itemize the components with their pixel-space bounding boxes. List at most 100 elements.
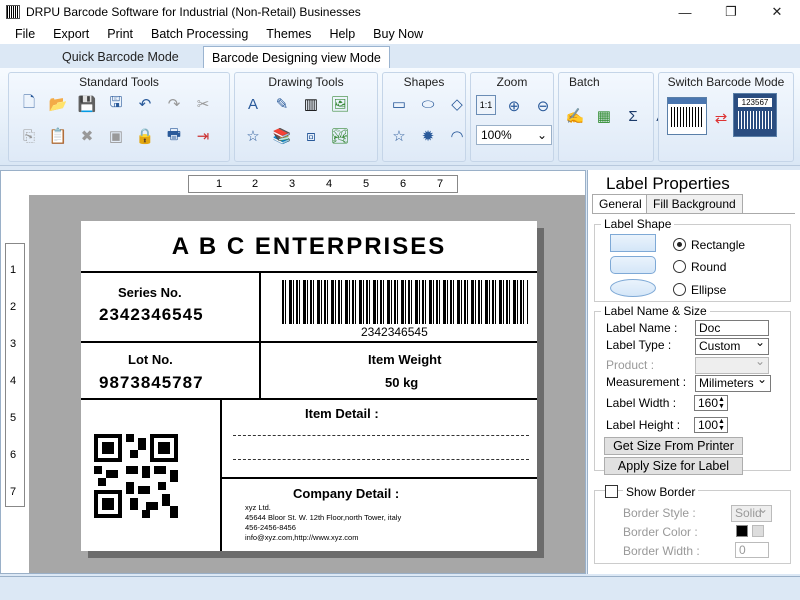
label-type-caption: Label Type : — [606, 338, 672, 352]
item-detail-caption[interactable]: Item Detail : — [305, 406, 379, 421]
print-icon[interactable]: 🖶 — [162, 125, 186, 147]
tab-general[interactable]: General — [592, 194, 649, 214]
measurement-caption: Measurement : — [606, 375, 687, 389]
star-shape-icon[interactable]: ☆ — [241, 125, 265, 147]
ellipse-radio[interactable] — [673, 283, 686, 296]
menu-help[interactable]: Help — [320, 27, 364, 41]
arc-shape-icon[interactable]: ◠ — [445, 125, 469, 147]
company-detail-caption[interactable]: Company Detail : — [293, 486, 399, 501]
ruler-tick: 2 — [252, 178, 259, 190]
apply-size-button[interactable]: Apply Size for Label — [604, 457, 743, 475]
measurement-select[interactable]: Milimeters — [695, 372, 771, 392]
diamond-shape-icon[interactable]: ◇ — [445, 93, 469, 115]
picture-insert-icon[interactable]: 🏞 — [328, 125, 352, 147]
save-icon[interactable]: 💾 — [75, 93, 99, 115]
menu-file[interactable]: File — [6, 27, 44, 41]
zoom-out-icon[interactable]: ⊖ — [531, 95, 555, 117]
image-tool-icon[interactable]: 🖼 — [328, 93, 352, 115]
tab-fill-background[interactable]: Fill Background — [646, 194, 743, 214]
company-address[interactable]: xyz Ltd. 45644 Bloor St. W. 12th Floor,n… — [245, 503, 401, 543]
border-color-picker-button[interactable] — [752, 525, 764, 537]
menu-export[interactable]: Export — [44, 27, 98, 41]
star-icon[interactable]: ☆ — [387, 125, 411, 147]
ruler-tick: 7 — [437, 178, 444, 190]
standard-tools-title: Standard Tools — [79, 75, 159, 89]
label-company-name[interactable]: A B C ENTERPRISES — [81, 233, 537, 261]
app-icon — [6, 5, 20, 19]
delete-icon[interactable]: ✖ — [75, 125, 99, 147]
group-icon[interactable]: ▣ — [104, 125, 128, 147]
sigma-icon[interactable]: Σ — [621, 105, 645, 127]
label-name-input[interactable]: Doc — [695, 320, 769, 336]
undo-icon[interactable]: ↶ — [133, 93, 157, 115]
barcode-tool-icon[interactable]: ▥ — [299, 93, 323, 115]
save-as-icon[interactable]: 🖫 — [104, 93, 128, 115]
maximize-button[interactable]: ❐ — [708, 0, 754, 24]
drawing-tools-group: Drawing Tools A ✎ ▥ 🖼 ☆ 📚 ⧈ 🏞 — [234, 72, 378, 162]
name-size-legend: Label Name & Size — [601, 304, 710, 318]
height-spinner-icon[interactable]: ▲ ▼ — [718, 418, 725, 432]
ellipse-preview — [610, 279, 656, 297]
weight-value[interactable]: 50 kg — [385, 375, 418, 390]
window-title: DRPU Barcode Software for Industrial (No… — [26, 5, 361, 19]
tab-quick-barcode-mode[interactable]: Quick Barcode Mode — [54, 46, 187, 68]
batch-excel-icon[interactable]: ▦ — [592, 105, 616, 127]
width-spinner-icon[interactable]: ▲ ▼ — [718, 396, 725, 410]
top-ruler: 1 2 3 4 5 6 7 — [188, 175, 458, 193]
menu-batch-processing[interactable]: Batch Processing — [142, 27, 257, 41]
open-folder-icon[interactable]: 📂 — [46, 93, 70, 115]
library-icon[interactable]: 📚 — [270, 125, 294, 147]
close-button[interactable]: ✕ — [754, 0, 800, 24]
redo-icon[interactable]: ↷ — [162, 93, 186, 115]
series-value[interactable]: 2342346545 — [99, 305, 204, 325]
label-type-select[interactable]: Custom — [695, 335, 769, 355]
menu-buy-now[interactable]: Buy Now — [364, 27, 432, 41]
zoom-in-icon[interactable]: ⊕ — [502, 95, 526, 117]
round-radio[interactable] — [673, 260, 686, 273]
item-detail-line — [233, 459, 529, 460]
lot-value[interactable]: 9873845787 — [99, 373, 204, 393]
gear-shape-icon[interactable]: ✹ — [416, 125, 440, 147]
design-mode-icon[interactable] — [667, 97, 707, 135]
zoom-group: Zoom 1:1 ⊕ ⊖ 100% ⌄ — [470, 72, 554, 162]
series-caption[interactable]: Series No. — [118, 285, 182, 300]
border-style-select[interactable]: Solid — [731, 502, 772, 522]
barcode-text[interactable]: 2342346545 — [361, 325, 428, 339]
batch-edit-icon[interactable]: ✍ — [563, 105, 587, 127]
minimize-button[interactable]: — — [662, 0, 708, 24]
linear-barcode[interactable] — [282, 280, 528, 324]
weight-caption[interactable]: Item Weight — [368, 352, 441, 367]
menu-themes[interactable]: Themes — [257, 27, 320, 41]
exit-icon[interactable]: ⇥ — [191, 125, 215, 147]
lot-caption[interactable]: Lot No. — [128, 352, 173, 367]
address-line: 456-2456-8456 — [245, 523, 296, 532]
paste-icon[interactable]: 📋 — [46, 125, 70, 147]
label-divider — [81, 271, 537, 273]
zoom-level-select[interactable]: 100% ⌄ — [476, 125, 552, 145]
border-width-input[interactable]: 0 — [735, 542, 769, 558]
pencil-tool-icon[interactable]: ✎ — [270, 93, 294, 115]
new-file-icon[interactable]: 🗋 — [17, 93, 41, 115]
switch-arrows-icon[interactable]: ⇄ — [709, 107, 733, 129]
lock-icon[interactable]: 🔒 — [133, 125, 157, 147]
ellipse-shape-icon[interactable]: ⬭ — [416, 93, 440, 115]
qr-code[interactable] — [93, 434, 179, 518]
get-size-from-printer-button[interactable]: Get Size From Printer — [604, 437, 743, 455]
border-width-caption: Border Width : — [623, 544, 700, 558]
ruler-tick: 4 — [326, 178, 333, 190]
show-border-checkbox[interactable] — [605, 485, 618, 498]
rectangle-shape-icon[interactable]: ▭ — [387, 93, 411, 115]
zoom-level-value: 100% — [481, 128, 512, 142]
align-icon[interactable]: ⧈ — [299, 125, 323, 147]
label-name-caption: Label Name : — [606, 321, 678, 335]
text-tool-icon[interactable]: A — [241, 93, 265, 115]
cut-icon[interactable]: ✂ — [191, 93, 215, 115]
copy-icon[interactable]: ⎘ — [17, 125, 41, 147]
show-border-label: Show Border — [623, 485, 699, 499]
rectangle-radio[interactable] — [673, 238, 686, 251]
zoom-fit-button[interactable]: 1:1 — [476, 95, 496, 115]
tab-barcode-designing-mode[interactable]: Barcode Designing view Mode — [203, 46, 390, 68]
border-color-swatch[interactable] — [736, 525, 748, 537]
quick-mode-icon[interactable]: 123567 — [733, 93, 777, 137]
menu-print[interactable]: Print — [98, 27, 142, 41]
